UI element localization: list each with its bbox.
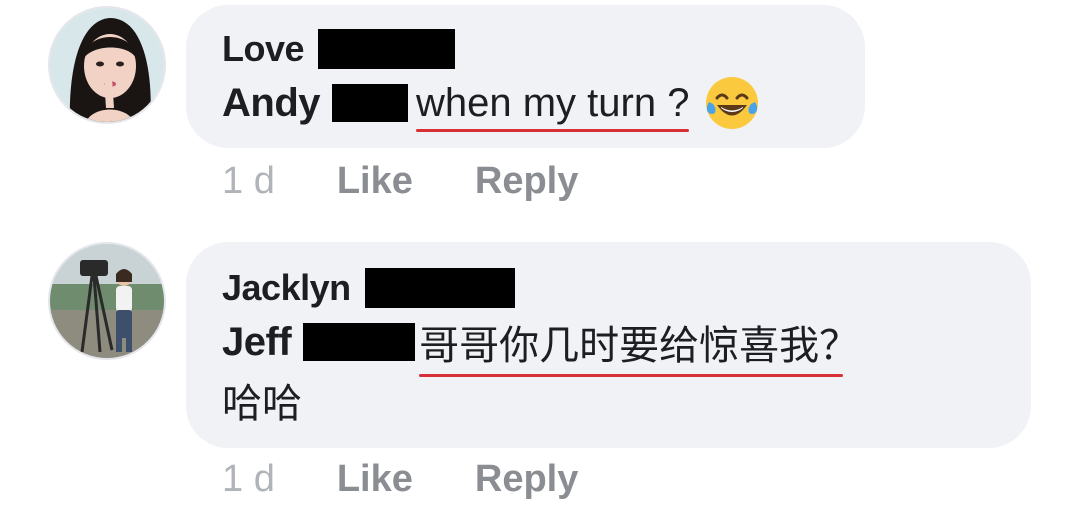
author-line: Jacklyn	[222, 266, 995, 310]
comment-text-continued: 哈哈	[222, 382, 302, 426]
redaction-bar	[303, 323, 416, 361]
comment-text-line: Andy when my turn ?	[222, 74, 829, 132]
redaction-bar	[318, 29, 456, 69]
comment-actions: 1 d Like Reply	[222, 158, 640, 204]
reply-button[interactable]: Reply	[475, 458, 578, 501]
comment-bubble[interactable]: Love Andy when my turn ?	[186, 5, 865, 148]
comment-actions: 1 d Like Reply	[222, 456, 640, 502]
timestamp[interactable]: 1 d	[222, 458, 275, 501]
reply-button[interactable]: Reply	[475, 160, 578, 203]
author-line: Love	[222, 27, 829, 71]
timestamp[interactable]: 1 d	[222, 160, 275, 203]
comment-bubble[interactable]: Jacklyn Jeff 哥哥你几时要给惊喜我？ 哈哈	[186, 242, 1031, 448]
mention-name[interactable]: Jeff	[222, 320, 292, 365]
redaction-bar	[332, 84, 408, 122]
comment-text: when my turn ?	[416, 80, 690, 132]
comment-text-line-2: 哈哈	[222, 374, 995, 426]
comment-text-line: Jeff 哥哥你几时要给惊喜我？	[222, 313, 995, 377]
mention-name[interactable]: Andy	[222, 81, 321, 126]
comment-text-content: when my turn ?	[416, 80, 690, 125]
avatar[interactable]	[48, 6, 166, 124]
like-button[interactable]: Like	[337, 458, 413, 501]
spellcheck-underline	[416, 128, 690, 132]
comment-text-content: 哥哥你几时要给惊喜我？	[419, 324, 860, 368]
author-first-name[interactable]: Jacklyn	[222, 267, 351, 309]
author-first-name[interactable]: Love	[222, 28, 305, 70]
like-button[interactable]: Like	[337, 160, 413, 203]
avatar[interactable]	[48, 242, 166, 360]
laughing-tears-emoji-icon	[703, 74, 761, 132]
comment-text: 哥哥你几时要给惊喜我？	[419, 313, 860, 377]
spellcheck-underline	[419, 374, 844, 377]
redaction-bar	[364, 268, 515, 308]
